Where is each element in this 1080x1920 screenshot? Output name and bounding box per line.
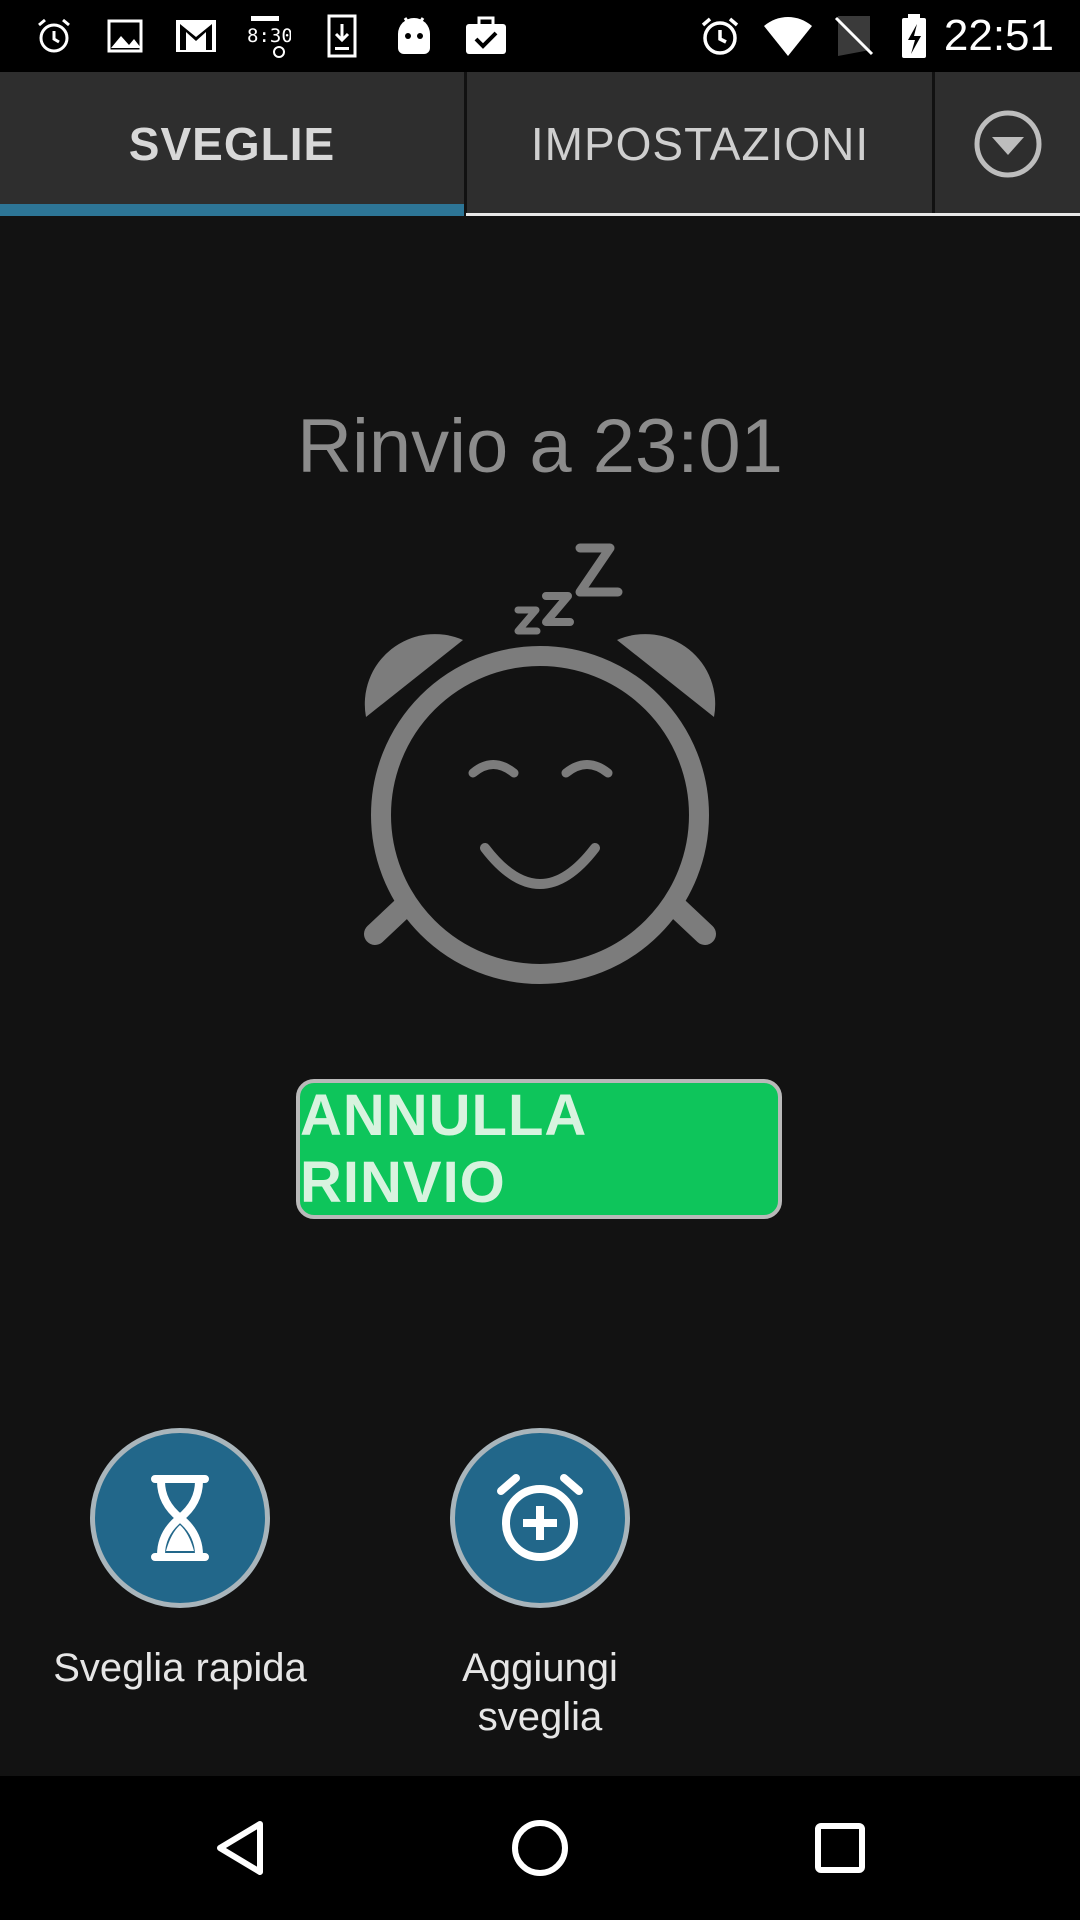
add-alarm-label: Aggiungi sveglia — [462, 1646, 618, 1739]
battery-charging-icon — [890, 12, 938, 60]
android-icon — [390, 12, 438, 60]
wifi-icon — [764, 12, 812, 60]
dropdown-circle-icon — [974, 110, 1042, 178]
quick-alarm-label: Sveglia rapida — [53, 1646, 307, 1690]
svg-text:8:30: 8:30 — [247, 25, 291, 47]
back-button[interactable] — [190, 1798, 290, 1898]
recents-button[interactable] — [790, 1798, 890, 1898]
alarm-icon — [30, 12, 78, 60]
quick-alarm-action[interactable]: Sveglia rapida — [30, 1428, 330, 1693]
cancel-snooze-button[interactable]: ANNULLA RINVIO — [296, 1079, 782, 1219]
tab-bar: SVEGLIE IMPOSTAZIONI — [0, 72, 1080, 216]
tab-label: SVEGLIE — [128, 118, 336, 170]
sleeping-alarm-clock-icon — [340, 530, 740, 990]
status-bar: 8:30 22:51 — [0, 0, 1080, 72]
quick-alarm-button[interactable] — [90, 1428, 270, 1608]
tab-selected-indicator — [0, 204, 464, 216]
tab-impostazioni[interactable]: IMPOSTAZIONI — [468, 72, 932, 216]
no-sim-icon — [830, 12, 878, 60]
tab-label: IMPOSTAZIONI — [530, 118, 870, 170]
alarm-add-icon — [497, 1474, 583, 1561]
back-icon — [217, 1821, 263, 1875]
gmail-icon — [172, 12, 220, 60]
download-icon — [318, 12, 366, 60]
snooze-title: Rinvio a 23:01 — [297, 404, 783, 489]
add-alarm-action[interactable]: Aggiungi sveglia — [390, 1428, 690, 1742]
tab-divider — [932, 72, 935, 216]
home-button[interactable] — [490, 1798, 590, 1898]
app-screen: 8:30 22:51 SVEGLIE IMPOSTAZIONI Rinvio a… — [0, 0, 1080, 1920]
alarm-icon — [696, 12, 744, 60]
home-icon — [512, 1820, 568, 1876]
recents-icon — [815, 1823, 865, 1873]
tab-divider — [464, 72, 467, 216]
navigation-bar — [0, 1776, 1080, 1920]
tab-sveglie[interactable]: SVEGLIE — [0, 72, 464, 216]
hourglass-icon — [151, 1475, 209, 1561]
image-icon — [101, 12, 149, 60]
status-time: 22:51 — [943, 11, 1054, 60]
clipboard-check-icon — [462, 12, 510, 60]
overflow-menu-button[interactable] — [936, 72, 1080, 216]
widget-clock-icon: 8:30 — [243, 12, 291, 60]
add-alarm-button[interactable] — [450, 1428, 630, 1608]
